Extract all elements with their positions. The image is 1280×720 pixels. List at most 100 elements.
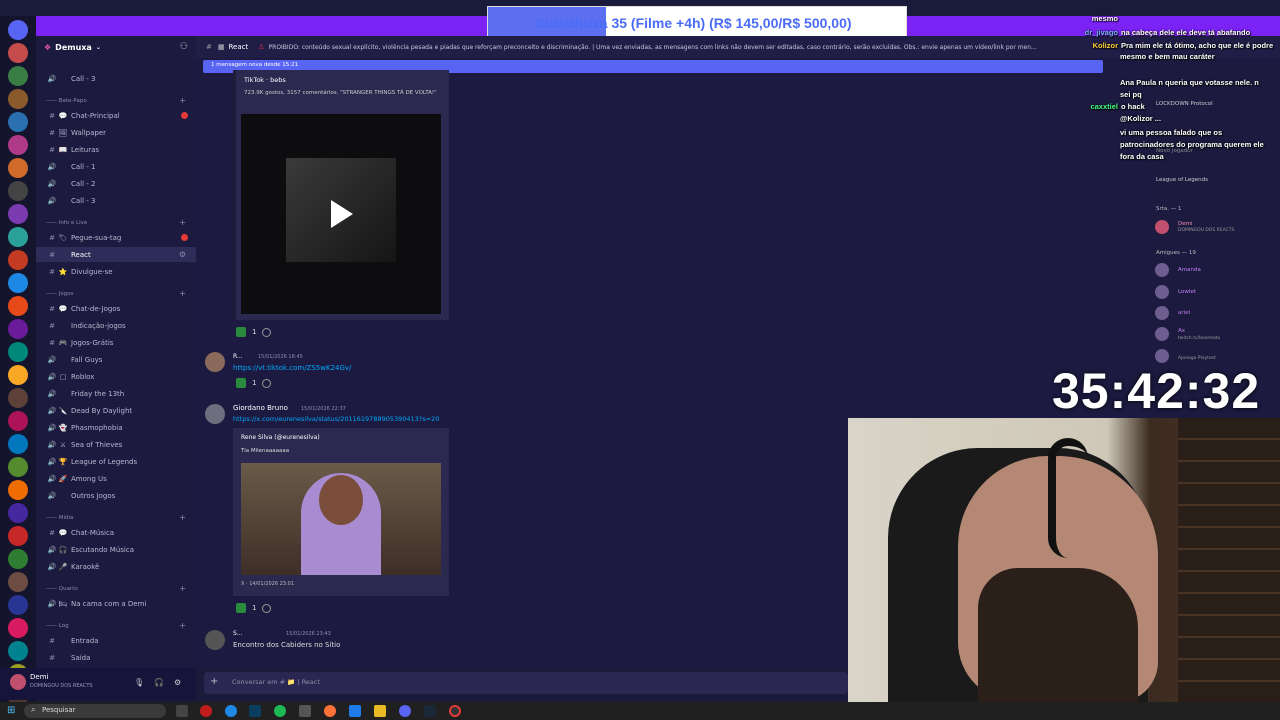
server-icon[interactable] <box>8 296 28 316</box>
channel-item[interactable]: 🔊 ▢ Roblox <box>36 369 196 384</box>
server-icon[interactable] <box>8 641 28 661</box>
discord-icon[interactable] <box>399 705 411 717</box>
channel-item[interactable]: 🔊 🎧 Escutando Música <box>36 542 196 557</box>
message-author[interactable]: R... <box>233 353 243 360</box>
add-reaction-icon[interactable] <box>262 378 272 388</box>
server-icon[interactable] <box>8 20 28 40</box>
headphones-icon[interactable]: 🎧 <box>154 678 164 687</box>
taskbar-search[interactable]: Pesquisar <box>24 704 166 718</box>
windows-start-icon[interactable]: ⊞ <box>7 705 15 716</box>
channel-category[interactable]: —— Mídia + <box>36 510 196 525</box>
channel-item[interactable]: # 🖼 Wallpaper <box>36 125 196 140</box>
embed-author[interactable]: Rene Silva (@eurenesilva) <box>241 434 320 441</box>
channel-item[interactable]: # 💬 Chat-Principal <box>36 108 196 123</box>
file-explorer-icon[interactable] <box>374 705 386 717</box>
add-reaction-icon[interactable] <box>262 603 272 613</box>
server-icon[interactable] <box>8 595 28 615</box>
avatar[interactable] <box>205 404 225 424</box>
server-icon[interactable] <box>8 411 28 431</box>
server-icon[interactable] <box>8 457 28 477</box>
member-name[interactable]: Lowlet <box>1178 289 1196 295</box>
server-icon[interactable] <box>8 480 28 500</box>
member-name[interactable]: Amanda <box>1178 267 1201 273</box>
message-link[interactable]: https://vt.tiktok.com/ZS5wK24Gv/ <box>233 364 351 372</box>
channel-item[interactable]: # 💬 Chat-Música <box>36 525 196 540</box>
server-icon[interactable] <box>8 43 28 63</box>
server-icon[interactable] <box>8 227 28 247</box>
channel-item[interactable]: 🔊 Friday the 13th <box>36 386 196 401</box>
avatar[interactable] <box>1155 220 1169 234</box>
server-icon[interactable] <box>8 250 28 270</box>
server-icon[interactable] <box>8 112 28 132</box>
channel-item[interactable]: 🔊 ⚔ Sea of Thieves <box>36 437 196 452</box>
channel-item[interactable]: 🔊 🛏 Na cama com a Demi <box>36 596 196 611</box>
server-header[interactable]: ❖ Demuxa ⌄ ⚇ <box>36 36 196 58</box>
gear-icon[interactable]: ⚙ <box>174 678 181 687</box>
avatar[interactable] <box>1155 306 1169 320</box>
check-reaction-icon[interactable] <box>236 378 246 388</box>
channel-item[interactable]: 🔊 Fall Guys <box>36 352 196 367</box>
add-channel-icon[interactable]: + <box>179 289 186 298</box>
opera-icon[interactable] <box>200 705 212 717</box>
server-icon[interactable] <box>8 503 28 523</box>
avatar[interactable] <box>1155 285 1169 299</box>
channel-item[interactable]: 🔊 Call - 1 <box>36 159 196 174</box>
channel-item[interactable]: 🔊 🔪 Dead By Daylight <box>36 403 196 418</box>
server-icon[interactable] <box>8 66 28 86</box>
microphone-icon[interactable]: 🎙 <box>134 678 144 687</box>
avatar[interactable] <box>205 630 225 650</box>
channel-item[interactable]: # Entrada <box>36 633 196 648</box>
channel-item[interactable]: 🔊 Call - 3 <box>36 193 196 208</box>
message-author[interactable]: Giordano Bruno <box>233 404 288 412</box>
add-channel-icon[interactable]: + <box>179 218 186 227</box>
channel-item[interactable]: # 📖 Leituras <box>36 142 196 157</box>
channel-item[interactable]: # 🎮 Jogos-Grátis <box>36 335 196 350</box>
app-icon[interactable] <box>349 705 361 717</box>
server-icon[interactable] <box>8 526 28 546</box>
server-icon[interactable] <box>8 158 28 178</box>
invite-icon[interactable]: ⚇ <box>180 42 188 52</box>
server-icon[interactable] <box>8 572 28 592</box>
edge-icon[interactable] <box>225 705 237 717</box>
member-name[interactable]: Ax <box>1178 328 1185 334</box>
check-reaction-icon[interactable] <box>236 603 246 613</box>
server-icon[interactable] <box>8 365 28 385</box>
channel-item[interactable]: # ⭐ Divulgue-se <box>36 264 196 279</box>
server-icon[interactable] <box>8 89 28 109</box>
channel-category[interactable]: —— Quarto + <box>36 581 196 596</box>
server-icon[interactable] <box>8 273 28 293</box>
server-icon[interactable] <box>8 618 28 638</box>
server-icon[interactable] <box>8 342 28 362</box>
add-channel-icon[interactable]: + <box>179 621 186 630</box>
task-view-icon[interactable] <box>176 705 188 717</box>
add-channel-icon[interactable]: + <box>179 584 186 593</box>
message-input[interactable]: Conversar em # 📁 | React <box>204 672 848 694</box>
channel-category[interactable]: —— Bate-Papo + <box>36 93 196 108</box>
server-icon[interactable] <box>8 434 28 454</box>
server-icon[interactable] <box>8 204 28 224</box>
add-reaction-icon[interactable] <box>262 327 272 337</box>
channel-category[interactable]: —— Info e Live + <box>36 215 196 230</box>
app-icon[interactable] <box>299 705 311 717</box>
add-channel-icon[interactable]: + <box>179 96 186 105</box>
channel-item[interactable]: # 💬 Chat-de-Jogos <box>36 301 196 316</box>
channel-item[interactable]: 🔊 Call - 2 <box>36 176 196 191</box>
avatar[interactable] <box>1155 327 1169 341</box>
server-icon[interactable] <box>8 549 28 569</box>
member-name[interactable]: Demi <box>1178 221 1193 227</box>
server-icon[interactable] <box>8 181 28 201</box>
video-thumbnail[interactable] <box>241 114 441 314</box>
avatar[interactable] <box>10 674 26 690</box>
server-icon[interactable] <box>8 135 28 155</box>
spotify-icon[interactable] <box>274 705 286 717</box>
check-reaction-icon[interactable] <box>236 327 246 337</box>
add-attachment-icon[interactable]: + <box>210 676 218 687</box>
firefox-icon[interactable] <box>324 705 336 717</box>
channel-item[interactable]: 🔊 🚀 Among Us <box>36 471 196 486</box>
avatar[interactable] <box>205 352 225 372</box>
server-icon[interactable] <box>8 319 28 339</box>
message-link[interactable]: https://x.com/eurenesilva/status/2011619… <box>233 415 439 423</box>
channel-item[interactable]: 🔊 Call - 3 <box>36 71 196 86</box>
channel-topic[interactable]: PROIBIDO: conteúdo sexual explícito, vio… <box>269 44 1037 51</box>
message-author[interactable]: S... <box>233 630 243 637</box>
